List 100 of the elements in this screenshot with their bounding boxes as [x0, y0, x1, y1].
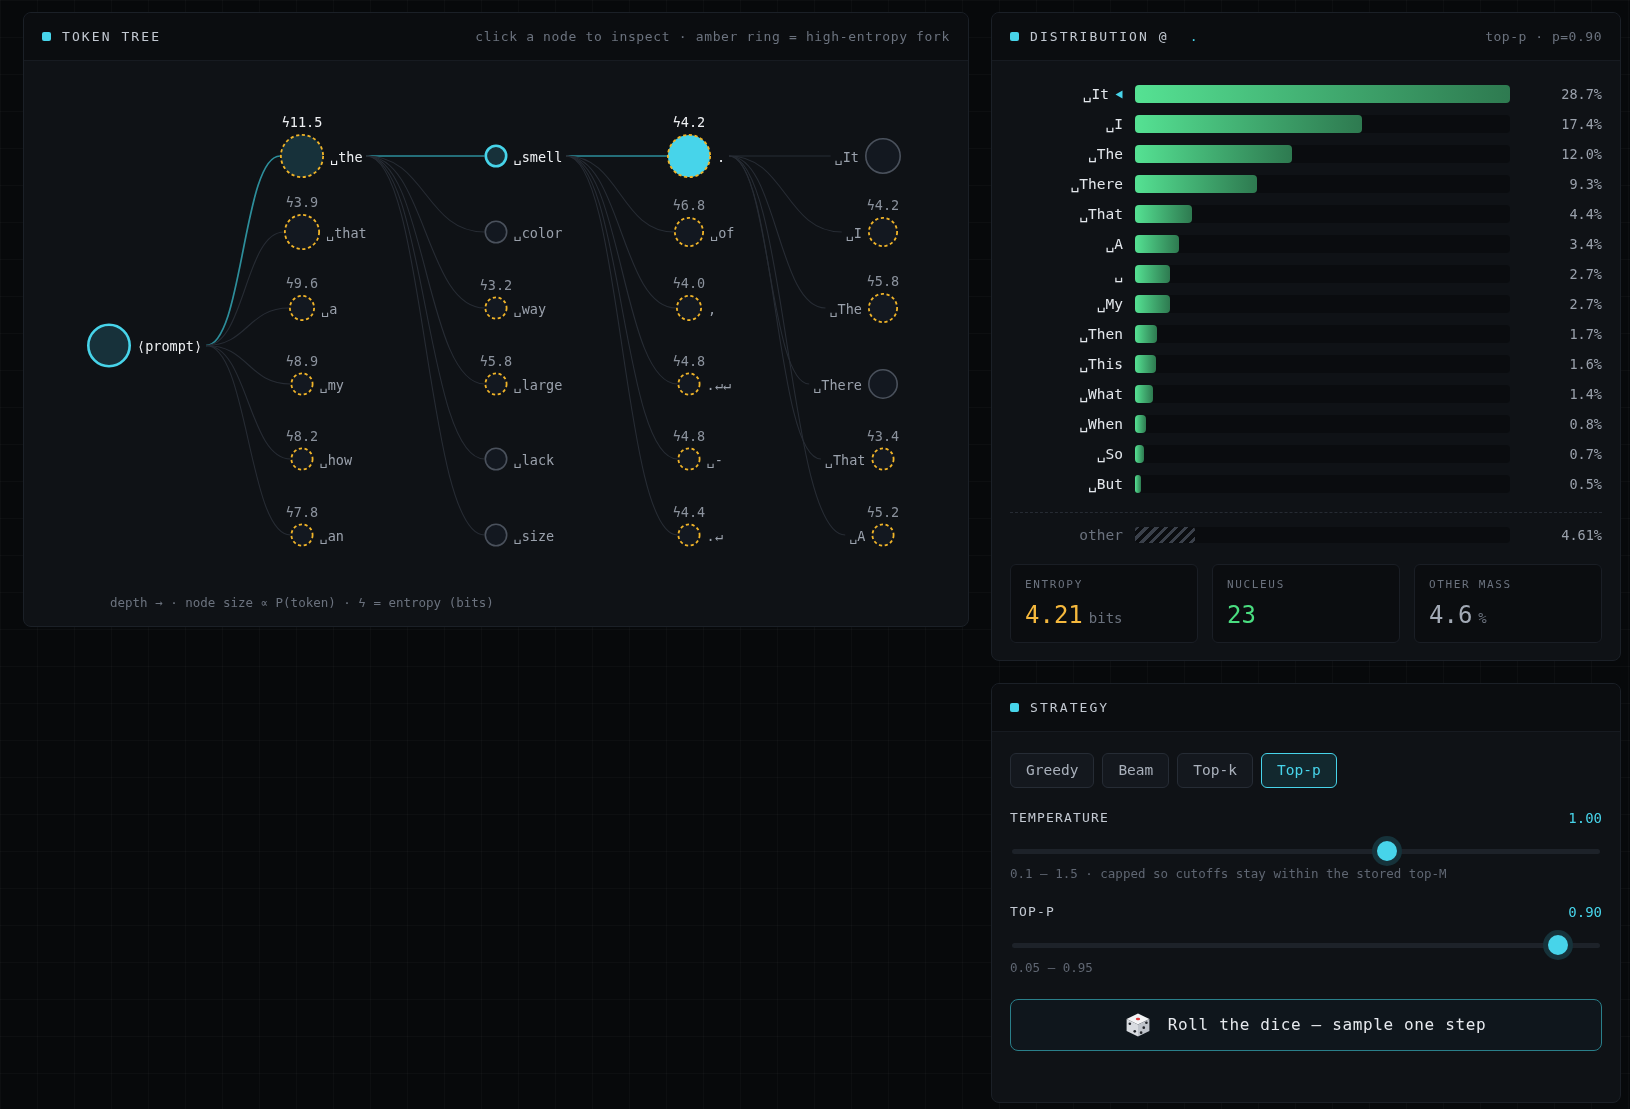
panel-title: DISTRIBUTION @	[1030, 27, 1169, 46]
tree-node[interactable]	[674, 217, 704, 247]
token-label: ␣When	[1079, 415, 1123, 433]
slider-thumb[interactable]	[1372, 836, 1403, 866]
token-label: ,	[708, 300, 717, 317]
token-label: ␣There	[1070, 175, 1123, 193]
entropy-label: ϟ4.2	[866, 197, 900, 213]
tree-node[interactable]	[290, 447, 314, 471]
tree-node[interactable]	[484, 220, 508, 244]
entropy-label: ϟ9.6	[285, 275, 319, 291]
other-label: other	[1079, 526, 1123, 544]
entropy-label: ϟ4.2	[672, 114, 706, 130]
entropy-label: ϟ3.2	[479, 276, 513, 293]
token-label: ␣how	[319, 451, 352, 468]
tree-node[interactable]	[289, 295, 315, 321]
slider-hint: 0.1 – 1.5 · capped so cutoffs stay within the stored top-M	[1010, 866, 1447, 882]
strategy-tab[interactable]: Top-k	[1177, 753, 1253, 788]
tree-node[interactable]	[484, 372, 508, 396]
tree-node[interactable]	[290, 372, 314, 396]
slider-thumb[interactable]	[1543, 930, 1574, 960]
tree-node[interactable]	[865, 138, 901, 174]
token-label: ␣color	[513, 224, 563, 241]
tree-node[interactable]	[868, 217, 898, 247]
percent-label: 0.7%	[1568, 445, 1602, 463]
roll-dice-button[interactable]: Roll the dice — sample one step	[1010, 999, 1602, 1051]
tree-node[interactable]	[280, 134, 324, 178]
token-label: ␣It	[1082, 85, 1109, 103]
entropy-label: ϟ5.8	[479, 352, 513, 369]
tree-node[interactable]	[484, 523, 508, 547]
entropy-label: ϟ3.4	[866, 427, 900, 444]
tree-node[interactable]	[484, 447, 508, 471]
token-label: ␣I	[1105, 115, 1123, 133]
percent-label: 4.61%	[1560, 526, 1602, 544]
tree-node[interactable]	[868, 293, 898, 323]
stat-value: 4.21	[1025, 600, 1083, 630]
percent-label: 0.8%	[1568, 415, 1602, 433]
strategy-tab[interactable]: Beam	[1102, 753, 1170, 788]
entropy-label: ϟ11.5	[281, 114, 323, 130]
panel-title: STRATEGY	[1030, 698, 1110, 717]
percent-label: 2.7%	[1568, 265, 1602, 283]
dice-icon	[1125, 1013, 1150, 1037]
token-label: ␣What	[1079, 385, 1123, 403]
token-label: ␣A	[849, 527, 866, 544]
token-label: ␣an	[319, 527, 344, 544]
slider-value: 1.00	[1568, 808, 1602, 828]
token-label: ␣I	[845, 224, 862, 241]
bullet-icon	[42, 32, 51, 41]
tree-node[interactable]	[871, 523, 895, 547]
tree-node[interactable]	[677, 523, 701, 547]
token-label: ␣that	[326, 224, 367, 241]
tree-node[interactable]	[284, 214, 320, 250]
percent-label: 3.4%	[1568, 235, 1602, 253]
entropy-label: ϟ5.2	[866, 503, 900, 520]
token-label: .↵↵	[706, 376, 731, 393]
token-label: ␣large	[513, 376, 563, 393]
token-label: ␣A	[1105, 235, 1123, 253]
entropy-label: ϟ7.8	[285, 503, 319, 520]
token-label: ␣This	[1079, 355, 1123, 373]
entropy-label: ϟ4.8	[672, 427, 706, 444]
token-label: ␣lack	[513, 451, 555, 468]
percent-label: 1.7%	[1568, 325, 1602, 343]
tree-node[interactable]	[87, 323, 131, 368]
tree-node[interactable]	[484, 144, 508, 168]
strategy-tab[interactable]: Greedy	[1010, 753, 1095, 788]
token-label: ␣That	[1079, 205, 1123, 223]
tree-node[interactable]	[871, 447, 895, 471]
entropy-label: ϟ4.4	[672, 503, 706, 520]
token-label: ␣a	[321, 300, 338, 317]
token-label: ␣-	[706, 451, 723, 468]
percent-label: 28.7%	[1560, 85, 1602, 103]
entropy-label: ϟ4.0	[672, 275, 706, 291]
token-label: ␣But	[1088, 475, 1123, 493]
tree-node[interactable]	[676, 295, 702, 321]
tree-node[interactable]	[677, 372, 701, 396]
tree-node[interactable]	[677, 447, 701, 471]
strategy-tab[interactable]: Top-p	[1260, 753, 1337, 788]
tree-node[interactable]	[868, 369, 898, 399]
tree-node[interactable]	[667, 134, 711, 178]
tree-node[interactable]	[290, 523, 314, 547]
token-label: ␣Then	[1079, 325, 1123, 343]
panel-title: TOKEN TREE	[62, 27, 162, 46]
token-label: ␣size	[513, 527, 555, 544]
stat-label: NUCLEUS	[1227, 578, 1285, 592]
tree-node[interactable]	[484, 296, 508, 320]
stat-value: 23	[1227, 600, 1256, 630]
token-label: ␣The	[829, 300, 862, 317]
percent-label: 2.7%	[1568, 295, 1602, 313]
stat-value: 4.6	[1429, 600, 1473, 630]
current-token: .	[1189, 27, 1198, 46]
token-label: ␣My	[1096, 295, 1123, 313]
token-label: ␣smell	[513, 148, 563, 165]
token-label: ␣It	[834, 148, 859, 165]
legend-text: depth → · node size ∝ P(token) · ϟ = entropy (bits)	[110, 595, 494, 611]
bullet-icon	[1010, 32, 1019, 41]
percent-label: 1.4%	[1568, 385, 1602, 403]
token-label: ␣So	[1096, 445, 1123, 463]
mode-label: top-p · p=0.90	[1485, 27, 1602, 46]
token-label: ␣my	[319, 376, 344, 393]
token-label: ⟨prompt⟩	[137, 338, 203, 354]
entropy-label: ϟ4.8	[672, 352, 706, 369]
